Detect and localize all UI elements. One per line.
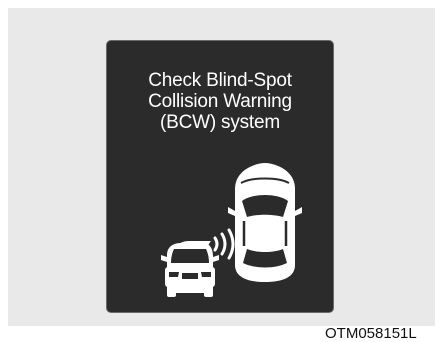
- car-top-view-icon: [228, 163, 302, 282]
- bcw-graphic: [161, 163, 302, 297]
- car-front-view-icon: [161, 241, 219, 297]
- cluster-display: Check Blind-Spot Collision Warning (BCW)…: [106, 40, 334, 313]
- sensor-waves-icon: [213, 228, 235, 260]
- figure-code: OTM058151L: [325, 325, 417, 342]
